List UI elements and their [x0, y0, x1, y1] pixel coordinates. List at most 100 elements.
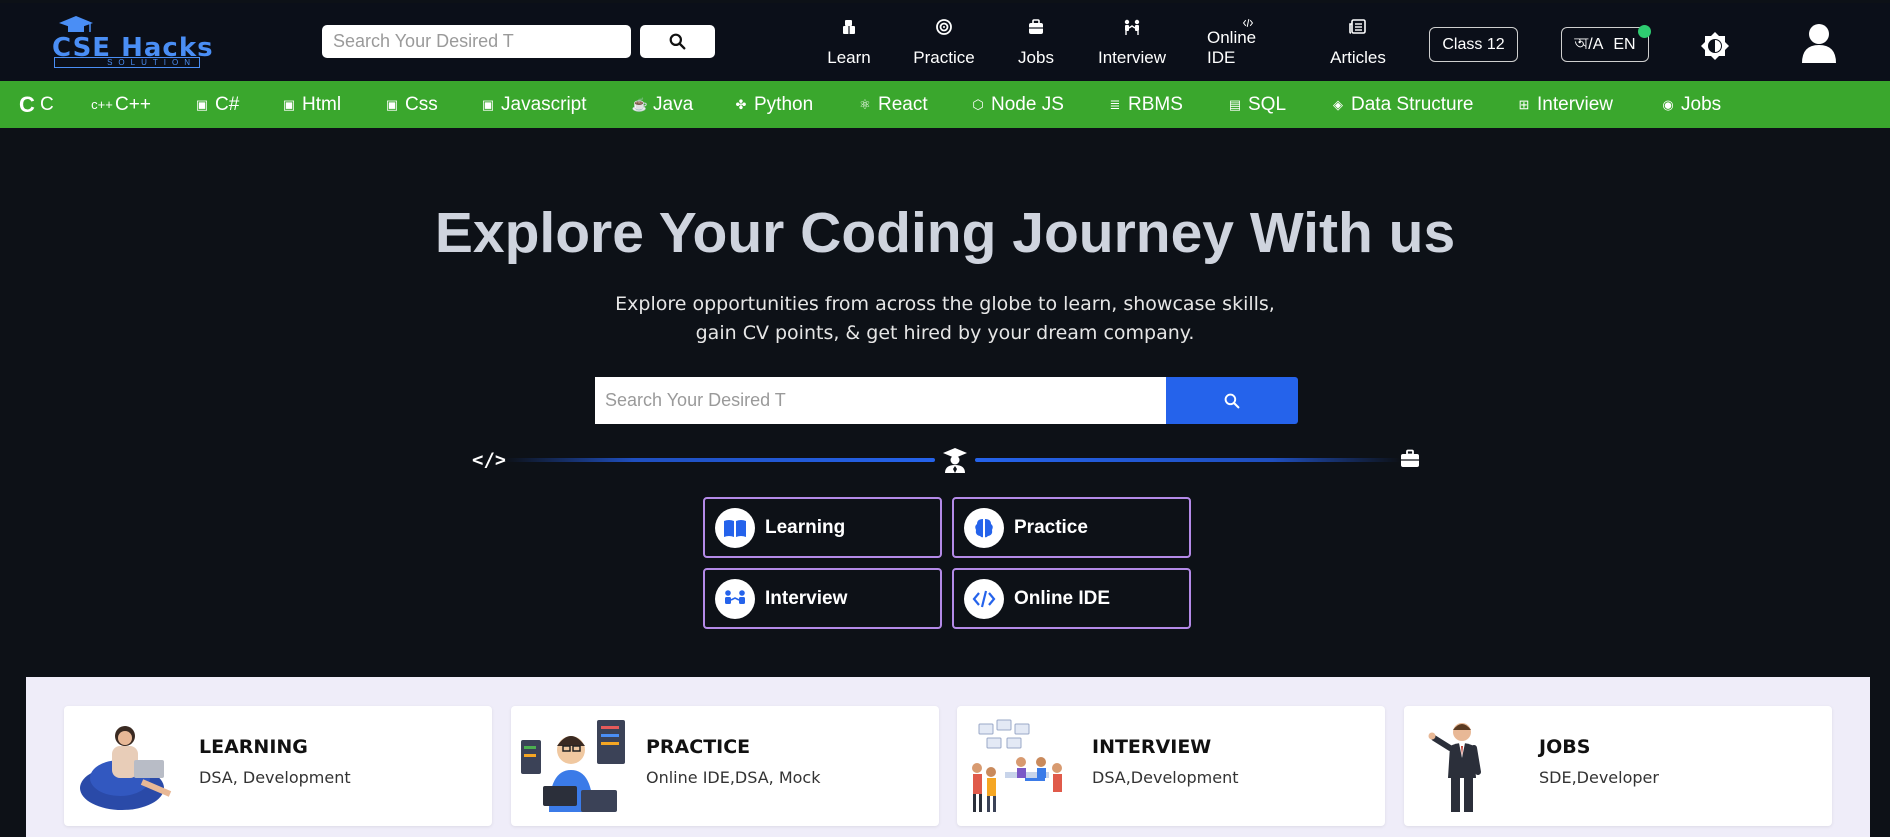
quick-link-learning-label: Learning: [765, 516, 846, 538]
nav-practice[interactable]: Practice: [910, 18, 978, 68]
quick-link-interview[interactable]: Interview: [703, 568, 942, 629]
category-sql-label: SQL: [1248, 93, 1287, 115]
lang-bn-label: অ/A: [1574, 36, 1604, 53]
html5-shield-icon: ▣: [282, 96, 296, 112]
journey-line-left: [505, 458, 935, 462]
category-html-label: Html: [302, 93, 342, 115]
class-selector-button[interactable]: Class 12: [1429, 27, 1518, 62]
hero-search-input[interactable]: [595, 377, 1166, 424]
header-search-button[interactable]: [640, 25, 715, 58]
python-icon: ✤: [735, 96, 747, 112]
category-jobs[interactable]: ◉ Jobs: [1660, 81, 1721, 128]
newspaper-icon: [1349, 19, 1366, 34]
language-toggle-button[interactable]: অ/A EN: [1561, 25, 1651, 62]
site-logo[interactable]: CSE Hacks SOLUTION: [52, 15, 213, 71]
nav-learn[interactable]: Learn: [823, 18, 875, 68]
brain-icon: [964, 507, 1004, 548]
layers-icon: ◈: [1333, 96, 1343, 112]
people-icon: [715, 578, 755, 619]
quick-link-online-ide-label: Online IDE: [1014, 587, 1111, 609]
category-nodejs[interactable]: ⬡ Node JS: [970, 81, 1064, 128]
category-python[interactable]: ✤ Python: [733, 81, 814, 128]
briefcase-icon: [1029, 19, 1043, 34]
category-rbms[interactable]: ≣ RBMS: [1107, 81, 1183, 128]
cpp-icon: c++: [91, 97, 113, 112]
category-sql[interactable]: ▤ SQL: [1227, 81, 1286, 128]
sitemap-icon: ⊞: [1518, 96, 1530, 112]
jobs-illustration-icon: [1428, 723, 1481, 812]
nav-online-ide-label: Online IDE: [1207, 28, 1257, 67]
nav-jobs[interactable]: Jobs: [1016, 18, 1056, 68]
user-icon: [1802, 24, 1836, 63]
journey-line-right: [975, 458, 1400, 462]
card-interview-subtitle: DSA,Development: [1092, 768, 1239, 787]
card-practice[interactable]: PRACTICE Online IDE,DSA, Mock: [511, 706, 939, 826]
briefcase-icon: ◉: [1662, 96, 1674, 112]
top-header: CSE Hacks SOLUTION Learn Practice Jobs I…: [0, 3, 1890, 81]
quick-link-learning[interactable]: Learning: [703, 497, 942, 558]
category-data-structure-label: Data Structure: [1351, 93, 1474, 115]
category-react[interactable]: ⚛ React: [857, 81, 927, 128]
interview-illustration-icon: [972, 719, 1062, 812]
card-practice-subtitle: Online IDE,DSA, Mock: [646, 768, 821, 787]
category-css-label: Css: [405, 93, 438, 115]
category-java-label: Java: [653, 93, 694, 115]
card-learning-title: LEARNING: [199, 736, 308, 758]
nav-practice-label: Practice: [913, 48, 975, 67]
quick-link-practice[interactable]: Practice: [952, 497, 1191, 558]
card-jobs[interactable]: JOBS SDE,Developer: [1404, 706, 1832, 826]
category-javascript-label: Javascript: [501, 93, 587, 115]
header-search-input[interactable]: [322, 25, 631, 58]
category-html[interactable]: ▣ Html: [281, 81, 341, 128]
brightness-icon: [1701, 32, 1729, 60]
hero-search-button[interactable]: [1166, 377, 1298, 424]
learning-illustration-icon: [80, 726, 172, 810]
card-interview[interactable]: INTERVIEW DSA,Development: [957, 706, 1385, 826]
logo-subtitle: SOLUTION: [54, 57, 200, 68]
nav-jobs-label: Jobs: [1018, 48, 1054, 67]
quick-link-practice-label: Practice: [1014, 516, 1088, 538]
category-c-label: C: [40, 93, 54, 115]
hero-subtitle-line-1: Explore opportunities from across the gl…: [615, 293, 1275, 315]
category-c[interactable]: CC: [19, 81, 54, 128]
category-cpp-label: C++: [115, 93, 151, 115]
code-symbol-icon: </>: [472, 449, 507, 471]
category-jobs-label: Jobs: [1681, 93, 1722, 115]
nav-online-ide[interactable]: Online IDE: [1207, 18, 1289, 68]
graduate-icon: [943, 448, 967, 473]
hero-subtitle-line-2: gain CV points, & get hired by your drea…: [695, 322, 1195, 344]
category-java[interactable]: ☕ Java: [632, 81, 693, 128]
briefcase-icon: [1401, 449, 1419, 467]
lang-en-label: EN: [1613, 35, 1636, 53]
nav-interview-label: Interview: [1097, 48, 1167, 67]
category-interview[interactable]: ⊞ Interview: [1516, 81, 1613, 128]
nav-interview[interactable]: Interview: [1096, 18, 1168, 68]
category-csharp[interactable]: ▣ C#: [194, 81, 239, 128]
sql-file-icon: ▤: [1228, 96, 1242, 112]
category-python-label: Python: [754, 93, 814, 115]
nav-articles-label: Articles: [1330, 48, 1386, 67]
js-shield-icon: ▣: [481, 96, 495, 112]
online-status-dot: [1638, 25, 1651, 38]
category-bar: CC c++ C++ ▣ C# ▣ Html ▣ Css ▣ Javascript ☕ Ja…: [0, 81, 1890, 128]
nav-articles[interactable]: Articles: [1327, 18, 1389, 68]
c-letter-icon: C: [19, 91, 35, 117]
category-data-structure[interactable]: ◈ Data Structure: [1330, 81, 1474, 128]
user-profile-button[interactable]: [1800, 23, 1838, 63]
java-cup-icon: ☕: [631, 96, 649, 112]
category-csharp-label: C#: [215, 93, 240, 115]
card-interview-title: INTERVIEW: [1092, 736, 1212, 758]
category-cpp[interactable]: c++ C++: [91, 81, 151, 128]
people-icon: [1124, 19, 1140, 35]
react-atom-icon: ⚛: [859, 96, 871, 112]
search-icon: [669, 33, 686, 50]
theme-toggle-button[interactable]: [1700, 31, 1730, 61]
quick-link-online-ide[interactable]: Online IDE: [952, 568, 1191, 629]
card-learning[interactable]: LEARNING DSA, Development: [64, 706, 492, 826]
category-css[interactable]: ▣ Css: [384, 81, 438, 128]
category-javascript[interactable]: ▣ Javascript: [480, 81, 587, 128]
quick-link-interview-label: Interview: [765, 587, 848, 609]
code-icon: [964, 578, 1004, 619]
css3-shield-icon: ▣: [385, 96, 399, 112]
hero-subtitle: Explore opportunities from across the gl…: [545, 290, 1345, 348]
